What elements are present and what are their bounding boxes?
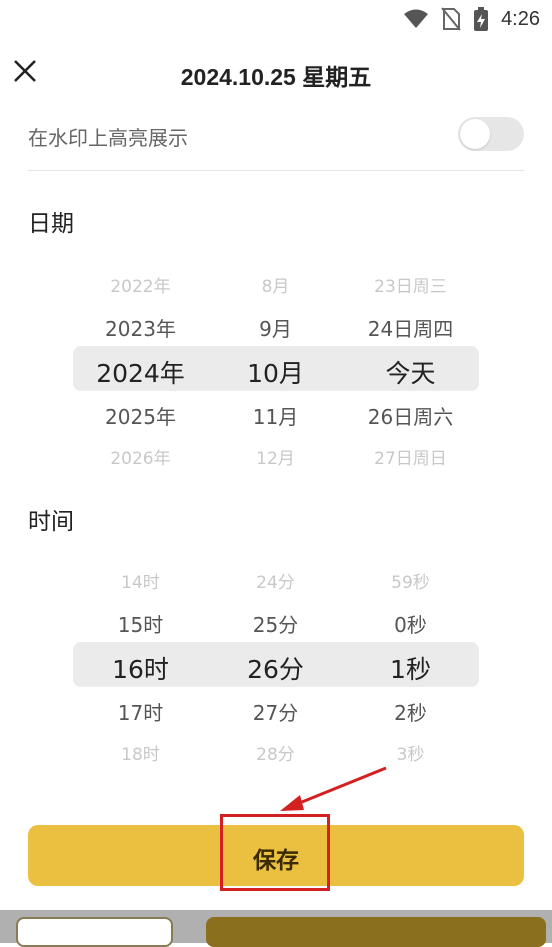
month-option[interactable]: 9月 (208, 313, 343, 342)
hour-option[interactable]: 15时 (73, 609, 208, 638)
hour-option[interactable]: 18时 (73, 740, 208, 765)
second-wheel[interactable]: 59秒 0秒 1秒 2秒 3秒 (343, 554, 478, 766)
toggle-knob (460, 119, 490, 149)
date-section-label: 日期 (28, 211, 74, 237)
year-option[interactable]: 2025年 (73, 401, 208, 430)
battery-charging-icon (474, 7, 489, 31)
minute-option[interactable]: 25分 (208, 609, 343, 638)
time-section-label: 时间 (28, 509, 74, 535)
year-option[interactable]: 2022年 (73, 272, 208, 297)
minute-selected[interactable]: 26分 (208, 650, 343, 686)
highlight-setting-row: 在水印上高亮展示 (28, 112, 524, 158)
day-option[interactable]: 26日周六 (343, 401, 478, 430)
month-option[interactable]: 8月 (208, 272, 343, 297)
annotation-highlight-box (220, 814, 330, 891)
wifi-icon (404, 9, 429, 28)
highlight-label: 在水印上高亮展示 (28, 126, 188, 150)
status-bar: 4:26 (0, 0, 552, 38)
hour-option[interactable]: 17时 (73, 697, 208, 726)
no-sim-icon (441, 7, 461, 31)
status-time: 4:26 (501, 7, 540, 30)
second-option[interactable]: 2秒 (343, 697, 478, 726)
minute-option[interactable]: 24分 (208, 568, 343, 593)
hour-wheel[interactable]: 14时 15时 16时 17时 18时 (73, 554, 208, 766)
time-picker: 14时 15时 16时 17时 18时 24分 25分 26分 27分 28分 … (73, 554, 479, 766)
year-wheel[interactable]: 2022年 2023年 2024年 2025年 2026年 (73, 258, 208, 470)
divider (28, 170, 524, 171)
date-picker: 2022年 2023年 2024年 2025年 2026年 8月 9月 10月 … (73, 258, 479, 470)
year-option[interactable]: 2023年 (73, 313, 208, 342)
status-icons: 4:26 (403, 6, 540, 32)
month-option[interactable]: 12月 (208, 444, 343, 469)
minute-wheel[interactable]: 24分 25分 26分 27分 28分 (208, 554, 343, 766)
header: 2024.10.25 星期五 (0, 48, 552, 100)
second-option[interactable]: 59秒 (343, 568, 478, 593)
month-wheel[interactable]: 8月 9月 10月 11月 12月 (208, 258, 343, 470)
day-option[interactable]: 24日周四 (343, 313, 478, 342)
day-option[interactable]: 23日周三 (343, 272, 478, 297)
minute-option[interactable]: 27分 (208, 697, 343, 726)
second-selected[interactable]: 1秒 (343, 650, 478, 686)
month-option[interactable]: 11月 (208, 401, 343, 430)
page-title: 2024.10.25 星期五 (180, 64, 372, 90)
day-option[interactable]: 27日周日 (343, 444, 478, 469)
second-option[interactable]: 0秒 (343, 609, 478, 638)
day-wheel[interactable]: 23日周三 24日周四 今天 26日周六 27日周日 (343, 258, 478, 470)
hour-option[interactable]: 14时 (73, 568, 208, 593)
hour-selected[interactable]: 16时 (73, 650, 208, 686)
year-selected[interactable]: 2024年 (73, 354, 208, 390)
day-selected[interactable]: 今天 (343, 354, 478, 390)
highlight-toggle[interactable] (458, 117, 524, 151)
annotation-arrow-icon (280, 766, 387, 811)
month-selected[interactable]: 10月 (208, 354, 343, 390)
year-option[interactable]: 2026年 (73, 444, 208, 469)
